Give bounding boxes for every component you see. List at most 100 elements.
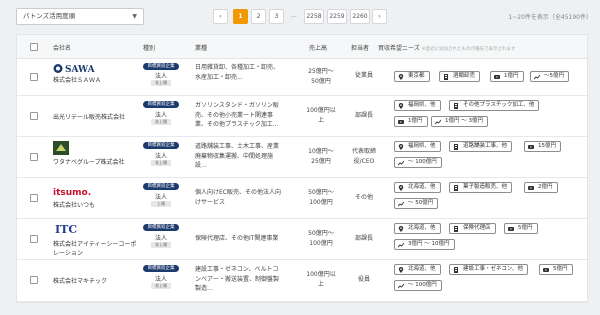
needs-chip-industry[interactable]: 建設工事・ゼネコン、他 — [449, 264, 529, 275]
needs-chip-budget[interactable]: 1億円 — [490, 71, 524, 82]
needs-chip-region[interactable]: 東京都 — [394, 71, 430, 82]
page-button-1[interactable]: 1 — [233, 9, 248, 24]
needs-chip-industry[interactable]: 道路舗装工事、他 — [449, 141, 513, 152]
page-button-2[interactable]: 2 — [251, 9, 266, 24]
needs-chip-industry[interactable]: 菓子製造販売、他 — [449, 182, 513, 193]
company-name[interactable]: 株式会社いつも — [53, 200, 95, 209]
table-row[interactable]: SAWA 株式会社ＳＡＷＡ 目標買収企業 法人 非上場 日用雑貨卸、各種加工・卸… — [17, 59, 587, 96]
business-text: 建設工事・ゼネコン、ベルトコ ンベアー・搬送装置、制御盤製 製造... — [195, 265, 293, 294]
table-row[interactable]: ITC 株式会社アイティーシーコーポ レーション 目標買収企業 法人 非上場 保… — [17, 219, 587, 260]
business-line: 廃棄物収集運搬、中間処理施 — [195, 152, 274, 160]
chip-text: 15億円 — [538, 143, 556, 149]
trend-icon — [398, 242, 404, 248]
needs-chip-budget[interactable]: 15億円 — [524, 141, 561, 152]
business-line: ンベアー・搬送装置、制御盤製 — [195, 275, 280, 283]
needs-chip-budget[interactable]: 5億円 — [539, 264, 573, 275]
pin-icon — [398, 144, 404, 150]
company-name[interactable]: 出光リテール販売株式会社 — [53, 112, 125, 121]
chip-text: その他プラスチック加工、他 — [463, 102, 535, 108]
company-name[interactable]: 株式会社アイティーシーコーポ — [53, 239, 136, 248]
row-checkbox[interactable] — [30, 194, 38, 202]
company-name-line2[interactable]: レーション — [53, 248, 83, 257]
needs-chip-industry[interactable]: その他プラスチック加工、他 — [449, 100, 540, 111]
chip-text: ～ 100億円 — [408, 159, 437, 165]
company-name[interactable]: ワタナベグループ株式会社 — [53, 157, 125, 166]
sales-line: 50億円～ — [308, 230, 334, 237]
person-text: 役員 — [357, 276, 370, 283]
status-badge: 目標買収企業 — [143, 142, 179, 149]
chip-text: 福岡県、他 — [408, 102, 436, 108]
sales-text: 50億円～ 100億円 — [300, 229, 342, 248]
person-line: 代表取締 — [351, 148, 376, 155]
sales-line: 50億円～ — [308, 189, 334, 196]
header-sales: 売上高 — [309, 45, 328, 52]
page-button-3[interactable]: 3 — [269, 9, 284, 24]
business-line: 建設工事・ゼネコン、ベルトコ — [195, 266, 279, 273]
business-line: 売、その他小売業ート関連事 — [195, 111, 274, 119]
needs-chip-region[interactable]: 福岡県、他 — [394, 100, 441, 111]
needs-chip-scale[interactable]: 3億円 ～ 10億円 — [394, 239, 455, 250]
table-header: 会社名 種別 業種 売上高 担当者 買収希望ニーズ ※直近に追加されたものが優先で… — [17, 35, 587, 59]
table-row[interactable]: 株式会社マキチック 目標買収企業 法人 非上場 建設工事・ゼネコン、ベルトコ ン… — [17, 260, 587, 302]
pin-icon — [398, 74, 404, 80]
page-button-2258[interactable]: 2258 — [304, 9, 324, 24]
listed-badge: 上場 — [151, 201, 171, 207]
select-all-checkbox[interactable] — [30, 43, 38, 51]
header-person: 担当者 — [351, 45, 370, 52]
sort-select[interactable]: パトンズ活用度順 ▼ — [16, 8, 144, 25]
needs-chip-scale[interactable]: ～ 100億円 — [394, 157, 442, 168]
chip-text: 2億円 — [538, 184, 553, 190]
prev-page-button[interactable]: ‹ — [213, 9, 228, 24]
row-checkbox[interactable] — [30, 276, 38, 284]
chip-text: 1億円 — [408, 118, 423, 124]
needs-chip-budget[interactable]: 1億円 — [394, 116, 428, 127]
sales-line: 25億円 — [311, 157, 331, 165]
needs-chip-budget[interactable]: 5億円 — [504, 223, 538, 234]
logo-text-itc: ITC — [55, 223, 77, 236]
needs-chip-scale[interactable]: ～5億円 — [530, 71, 569, 82]
video-icon — [508, 226, 514, 232]
row-checkbox[interactable] — [30, 73, 38, 81]
chip-text: 道路舗装工事、他 — [463, 143, 508, 149]
needs-chip-industry[interactable]: 酒類卸売 — [439, 71, 481, 82]
company-name[interactable]: 株式会社ＳＡＷＡ — [53, 75, 101, 84]
business-text: 個人向けEC販売、その他法人向 けサービス — [195, 188, 293, 207]
chip-text: 1億円 — [504, 73, 519, 79]
status-badge: 目標買収企業 — [143, 63, 179, 70]
building-icon — [453, 226, 459, 232]
building-icon — [453, 267, 459, 273]
company-name[interactable]: 株式会社マキチック — [53, 276, 107, 285]
needs-chip-scale[interactable]: ～ 100億円 — [394, 280, 442, 291]
page-button-2259[interactable]: 2259 — [327, 9, 347, 24]
company-logo-sawa: SAWA — [53, 63, 97, 75]
trend-icon — [398, 201, 404, 207]
sales-text: 10億円～ 25億円 — [300, 147, 342, 166]
needs-chip-industry[interactable]: 保険代理店 — [449, 223, 496, 234]
row-checkbox[interactable] — [30, 153, 38, 161]
trend-icon — [398, 160, 404, 166]
needs-chip-region[interactable]: 北海道、他 — [394, 182, 441, 193]
page-button-2260[interactable]: 2260 — [350, 9, 370, 24]
table-row[interactable]: ワタナベグループ株式会社 目標買収企業 法人 非上場 道路舗装工事、土木工事、産… — [17, 137, 587, 178]
video-icon — [528, 144, 534, 150]
table-row[interactable]: 出光リテール販売株式会社 目標買収企業 法人 非上場 ガソリンスタンド・ガソリン… — [17, 96, 587, 137]
needs-chip-budget[interactable]: 2億円 — [524, 182, 558, 193]
video-icon — [494, 74, 500, 80]
needs-chip-region[interactable]: 北海道、他 — [394, 223, 441, 234]
header-company: 会社名 — [53, 45, 72, 52]
chip-text: 菓子製造販売、他 — [463, 184, 508, 190]
needs-chip-region[interactable]: 北海道、他 — [394, 264, 441, 275]
pin-icon — [398, 103, 404, 109]
row-checkbox[interactable] — [30, 112, 38, 120]
company-logo-itsumo: itsumo. — [53, 186, 97, 198]
header-needs-label: 買収希望ニーズ — [378, 45, 420, 52]
row-checkbox[interactable] — [30, 235, 38, 243]
table-row[interactable]: itsumo. 株式会社いつも 目標買収企業 法人 上場 個人向けEC販売、その… — [17, 178, 587, 219]
needs-chip-scale[interactable]: 1億円 ～ 3億円 — [431, 116, 488, 127]
business-line: 設... — [195, 162, 207, 169]
needs-chip-scale[interactable]: ～ 50億円 — [394, 198, 439, 209]
chip-text: 1億円 ～ 3億円 — [445, 118, 483, 124]
needs-chip-region[interactable]: 福岡県、他 — [394, 141, 441, 152]
next-page-button[interactable]: › — [372, 9, 387, 24]
status-badge: 目標買収企業 — [143, 224, 179, 231]
